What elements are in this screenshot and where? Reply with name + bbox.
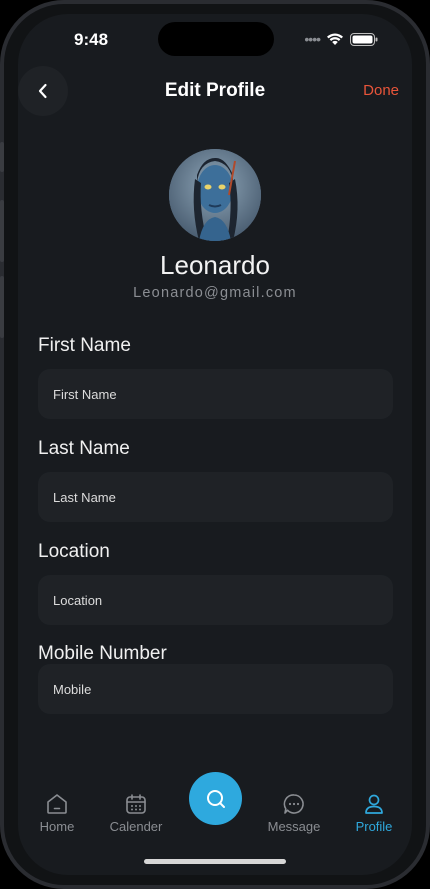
location-label: Location [38,541,110,562]
home-icon [47,794,67,814]
avatar[interactable] [169,149,261,241]
nav-home-label: Home [39,819,75,834]
location-input[interactable] [38,575,393,625]
first-name-label: First Name [38,335,131,356]
nav-home[interactable]: Home [22,792,92,834]
nav-message[interactable]: Message [259,792,329,834]
nav-calendar-label: Calender [109,819,163,834]
phone-frame: 9:48 •••• Edit Profile Done Leonardo Leo… [0,0,430,889]
battery-icon [350,32,378,46]
signal-dots-icon: •••• [304,31,321,47]
first-name-input[interactable] [38,369,393,419]
user-icon [365,794,383,814]
wifi-icon [327,33,343,45]
profile-email: Leonardo@gmail.com [133,285,297,301]
home-indicator[interactable] [144,859,286,864]
mobile-input[interactable] [38,664,393,714]
avatar-image [169,149,261,241]
calendar-icon [126,794,146,814]
nav-profile-label: Profile [355,819,393,834]
last-name-input[interactable] [38,472,393,522]
last-name-label: Last Name [38,438,130,459]
dynamic-island [158,22,274,56]
message-icon [283,794,304,814]
nav-profile[interactable]: Profile [339,792,409,834]
done-button[interactable]: Done [363,82,399,99]
nav-message-label: Message [267,819,321,834]
page-title: Edit Profile [164,80,266,101]
mobile-number-label: Mobile Number [38,643,167,664]
search-icon [206,789,225,808]
screen: 9:48 •••• Edit Profile Done Leonardo Leo… [18,14,412,875]
nav-calendar[interactable]: Calender [101,792,171,834]
search-button[interactable] [189,772,242,825]
profile-name: Leonardo [160,250,270,280]
status-time: 9:48 [74,30,109,49]
status-icons: •••• [304,31,378,47]
